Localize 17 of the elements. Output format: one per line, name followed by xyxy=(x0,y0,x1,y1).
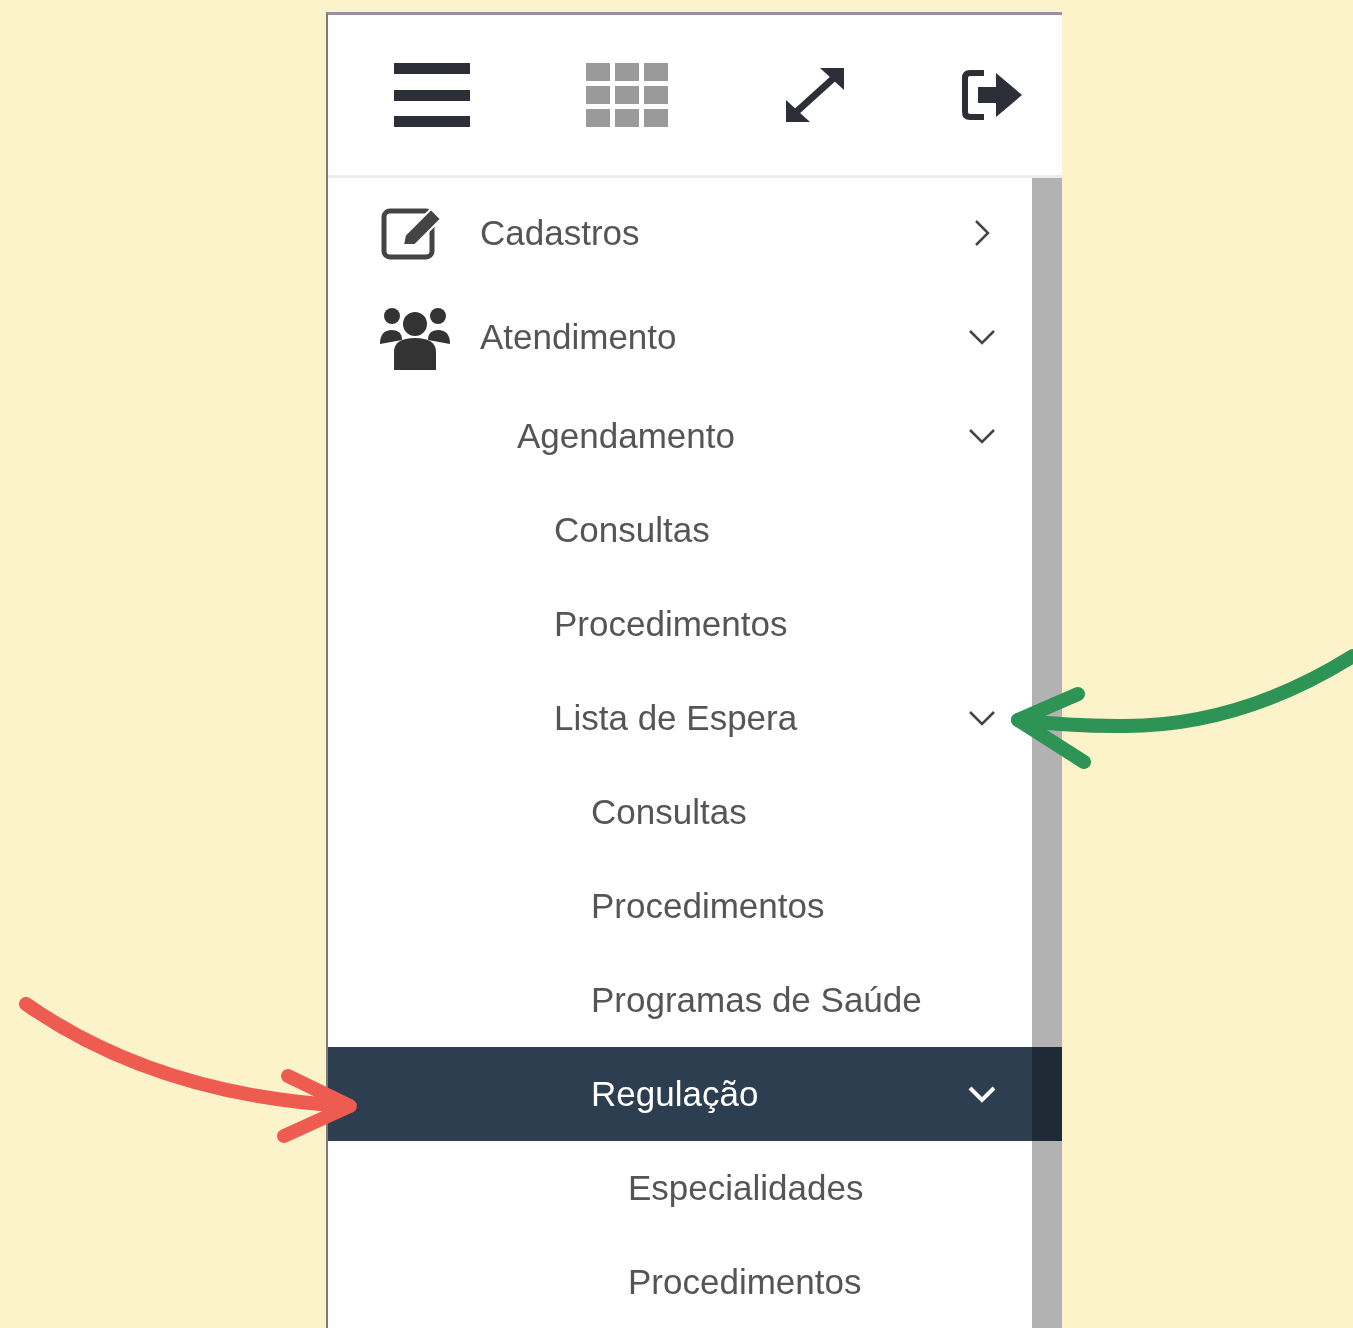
menu-item[interactable]: Consultas xyxy=(328,765,1062,859)
scrollbar[interactable] xyxy=(1032,178,1062,1328)
menu-item[interactable]: Procedimentos xyxy=(328,1235,1062,1328)
menu-item[interactable]: Regulação xyxy=(328,1047,1062,1141)
menu-item[interactable]: Lista de Espera xyxy=(328,671,1062,765)
menu-item[interactable]: Cadastros xyxy=(328,181,1062,285)
menu-item[interactable]: Consultas xyxy=(328,483,1062,577)
expand-icon[interactable] xyxy=(784,66,846,124)
menu-item[interactable]: Agendamento xyxy=(328,389,1062,483)
menu-item[interactable]: Especialidades xyxy=(328,1141,1062,1235)
menu-item[interactable]: Procedimentos xyxy=(328,859,1062,953)
menu-item[interactable]: Procedimentos xyxy=(328,577,1062,671)
grid-icon[interactable] xyxy=(586,63,668,127)
menu-item[interactable]: Atendimento xyxy=(328,285,1062,389)
logout-icon[interactable] xyxy=(962,69,1024,121)
menu-icon[interactable] xyxy=(394,63,470,127)
menu-item[interactable]: Programas de Saúde xyxy=(328,953,1062,1047)
